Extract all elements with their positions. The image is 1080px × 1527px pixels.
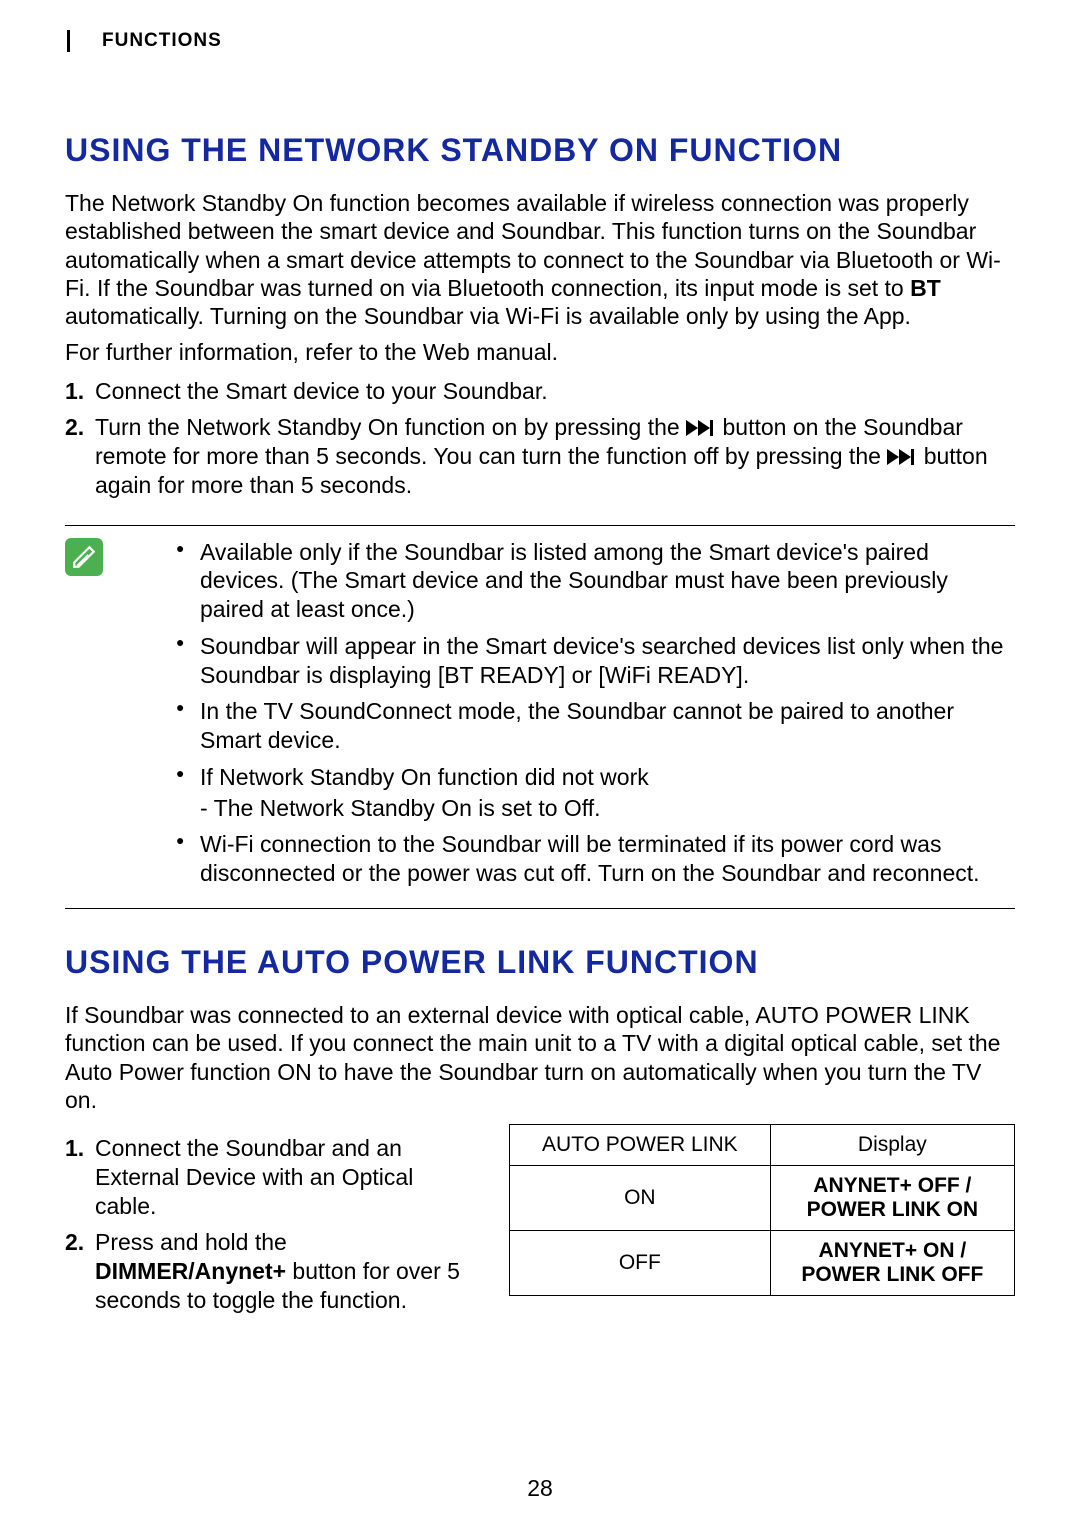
- auto-power-intro: If Soundbar was connected to an external…: [65, 1001, 1015, 1114]
- network-standby-steps: Connect the Smart device to your Soundba…: [65, 377, 1015, 500]
- auto-power-columns: Connect the Soundbar and an External Dev…: [65, 1124, 1015, 1335]
- note-2: Soundbar will appear in the Smart device…: [176, 632, 1015, 690]
- note-4-text: If Network Standby On function did not w…: [200, 764, 649, 790]
- manual-page: FUNCTIONS USING THE NETWORK STANDBY ON F…: [0, 0, 1080, 1527]
- note-list: Available only if the Soundbar is listed…: [121, 538, 1015, 896]
- auto-power-table-col: AUTO POWER LINK Display ON ANYNET+ OFF /…: [509, 1124, 1015, 1296]
- ap-step-1: Connect the Soundbar and an External Dev…: [65, 1134, 479, 1220]
- fast-forward-icon: [887, 449, 917, 465]
- intro-part-2: automatically. Turning on the Soundbar v…: [65, 303, 911, 329]
- step-2: Turn the Network Standby On function on …: [65, 413, 1015, 499]
- table-header-1: AUTO POWER LINK: [510, 1125, 771, 1166]
- step-1: Connect the Smart device to your Soundba…: [65, 377, 1015, 406]
- r2c2b: POWER LINK OFF: [801, 1263, 983, 1286]
- note-3: In the TV SoundConnect mode, the Soundba…: [176, 697, 1015, 755]
- r2c2a: ANYNET+ ON /: [819, 1239, 967, 1262]
- table-r1c1: ON: [510, 1166, 771, 1231]
- table-r2c1: OFF: [510, 1231, 771, 1296]
- auto-power-steps: Connect the Soundbar and an External Dev…: [65, 1134, 479, 1315]
- fast-forward-icon: [686, 420, 716, 436]
- step-2-a: Turn the Network Standby On function on …: [95, 414, 686, 440]
- ap-step-2: Press and hold the DIMMER/Anynet+ button…: [65, 1228, 479, 1314]
- step-1-text: Connect the Smart device to your Soundba…: [95, 378, 548, 404]
- ap-step-2-bold: DIMMER/Anynet+: [95, 1258, 286, 1284]
- r1c2a: ANYNET+ OFF /: [813, 1174, 971, 1197]
- intro-bt-label: BT: [910, 275, 941, 301]
- heading-network-standby: USING THE NETWORK STANDBY ON FUNCTION: [65, 132, 1015, 169]
- ap-step-2a: Press and hold the: [95, 1229, 287, 1255]
- page-number: 28: [0, 1475, 1080, 1502]
- network-standby-intro: The Network Standby On function becomes …: [65, 189, 1015, 330]
- note-box: Available only if the Soundbar is listed…: [65, 525, 1015, 909]
- table-r1c2: ANYNET+ OFF / POWER LINK ON: [770, 1166, 1014, 1231]
- intro-part-1: The Network Standby On function becomes …: [65, 190, 1001, 301]
- network-standby-intro-3: For further information, refer to the We…: [65, 338, 1015, 366]
- note-4-sub: The Network Standby On is set to Off.: [200, 794, 1015, 823]
- note-icon: [65, 538, 103, 576]
- heading-auto-power-link: USING THE AUTO POWER LINK FUNCTION: [65, 944, 1015, 981]
- table-header-2: Display: [770, 1125, 1014, 1166]
- table-r2c2: ANYNET+ ON / POWER LINK OFF: [770, 1231, 1014, 1296]
- note-4: If Network Standby On function did not w…: [176, 763, 1015, 823]
- auto-power-link-table: AUTO POWER LINK Display ON ANYNET+ OFF /…: [509, 1124, 1015, 1296]
- note-5: Wi-Fi connection to the Soundbar will be…: [176, 830, 1015, 888]
- section-tab-label: FUNCTIONS: [67, 30, 1015, 52]
- auto-power-steps-col: Connect the Soundbar and an External Dev…: [65, 1124, 479, 1335]
- note-1: Available only if the Soundbar is listed…: [176, 538, 1015, 624]
- r1c2b: POWER LINK ON: [807, 1198, 979, 1221]
